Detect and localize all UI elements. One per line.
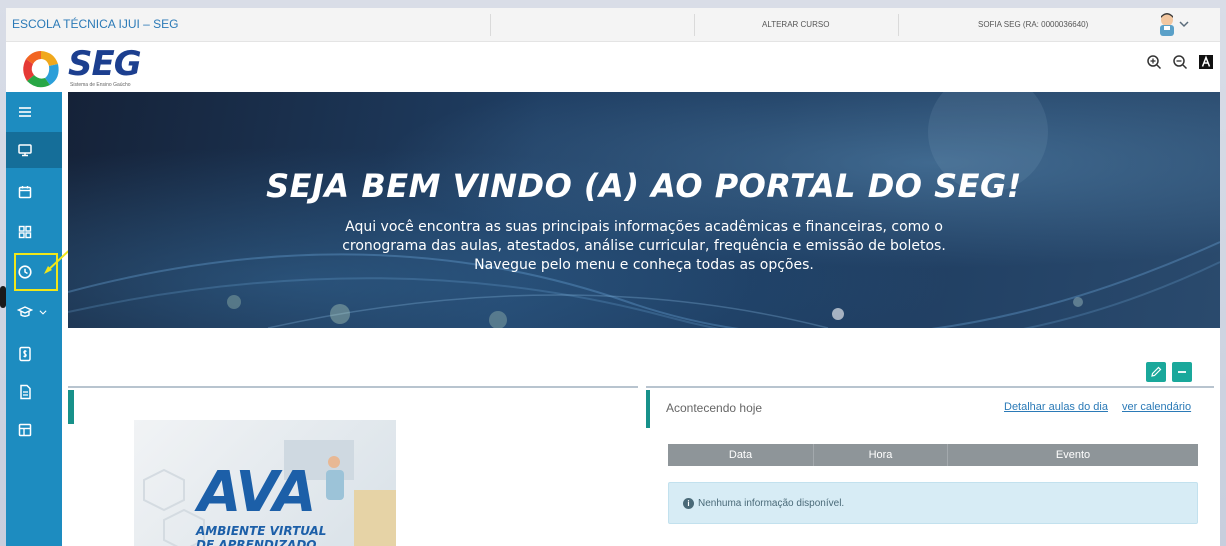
divider <box>694 14 695 36</box>
no-info-alert: i Nenhuma informação disponível. <box>668 482 1198 524</box>
user-avatar-icon[interactable] <box>1156 12 1190 38</box>
banner-description: Aqui você encontra as suas principais in… <box>68 218 1220 275</box>
graduation-cap-icon <box>17 306 33 317</box>
info-icon: i <box>683 497 694 509</box>
minus-icon <box>1178 371 1186 373</box>
calendar-icon <box>18 186 32 199</box>
zoom-in-icon[interactable] <box>1146 54 1162 70</box>
column-header-event[interactable]: Evento <box>948 444 1198 466</box>
column-header-time[interactable]: Hora <box>814 444 948 466</box>
accessibility-tools <box>1146 54 1214 70</box>
card-accent <box>646 390 650 428</box>
logo-row: SEG Sistema de Ensino Gaúcho <box>6 42 1220 92</box>
banner-title: SEJA BEM VINDO (A) AO PORTAL DO SEG! <box>266 167 1022 205</box>
banner-line: cronograma das aulas, atestados, análise… <box>342 238 946 254</box>
ava-subtitle-line: AMBIENTE VIRTUAL <box>196 524 327 538</box>
sidebar-item-home[interactable] <box>6 132 62 168</box>
sidebar-item-academic[interactable] <box>6 294 62 330</box>
ava-subtitle: AMBIENTE VIRTUAL DE APRENDIZADO <box>196 524 326 546</box>
file-icon <box>20 384 31 400</box>
today-events-card: Acontecendo hoje Detalhar aulas do dia v… <box>646 386 1214 546</box>
pencil-icon <box>1151 366 1162 377</box>
banner-line: Navegue pelo menu e conheça todas as opç… <box>474 257 814 273</box>
contrast-icon[interactable] <box>1198 54 1214 70</box>
ava-banner[interactable]: AVA AMBIENTE VIRTUAL DE APRENDIZADO <box>134 420 396 546</box>
card-title: Acontecendo hoje <box>666 401 763 415</box>
ava-title: AVA <box>198 460 316 525</box>
menu-icon <box>19 107 31 117</box>
portal-window: ESCOLA TÉCNICA IJUI – SEG ALTERAR CURSO … <box>6 8 1220 546</box>
edit-widgets-button[interactable] <box>1146 362 1166 382</box>
user-name[interactable]: SOFIA SEG (RA: 0000036640) <box>978 20 1088 29</box>
minimize-widgets-button[interactable] <box>1172 362 1192 382</box>
layout-icon <box>18 423 32 437</box>
ava-card: AVA AMBIENTE VIRTUAL DE APRENDIZADO <box>68 386 638 546</box>
change-course-link[interactable]: ALTERAR CURSO <box>762 20 829 29</box>
sidebar <box>6 92 62 546</box>
seg-logo-icon[interactable] <box>18 48 64 90</box>
logo-text: SEG <box>68 44 142 84</box>
sidebar-item-calendar[interactable] <box>6 174 62 210</box>
no-info-text: Nenhuma informação disponível. <box>698 497 845 509</box>
sidebar-item-financial[interactable] <box>6 336 62 372</box>
monitor-icon <box>18 144 32 157</box>
view-calendar-link[interactable]: ver calendário <box>1122 401 1191 413</box>
ava-subtitle-line: DE APRENDIZADO <box>196 538 317 546</box>
sidebar-item-document[interactable] <box>6 374 62 410</box>
grid-icon <box>18 225 32 239</box>
banner-line: Aqui você encontra as suas principais in… <box>345 219 943 235</box>
welcome-banner: SEJA BEM VINDO (A) AO PORTAL DO SEG! Aqu… <box>68 92 1220 328</box>
banner-background-graphic <box>68 92 1220 328</box>
sidebar-item-layout[interactable] <box>6 412 62 448</box>
chevron-down-icon <box>39 310 47 315</box>
events-table-header: Data Hora Evento <box>668 444 1198 466</box>
detail-classes-link[interactable]: Detalhar aulas do dia <box>1004 401 1108 413</box>
card-accent <box>68 390 74 424</box>
column-header-date[interactable]: Data <box>668 444 814 466</box>
school-name: ESCOLA TÉCNICA IJUI – SEG <box>12 17 179 31</box>
divider <box>898 14 899 36</box>
zoom-out-icon[interactable] <box>1172 54 1188 70</box>
divider <box>490 14 491 36</box>
sidebar-item-menu[interactable] <box>6 94 62 130</box>
top-bar: ESCOLA TÉCNICA IJUI – SEG ALTERAR CURSO … <box>6 8 1220 42</box>
document-money-icon <box>19 346 31 362</box>
logo-subtitle: Sistema de Ensino Gaúcho <box>70 82 131 88</box>
